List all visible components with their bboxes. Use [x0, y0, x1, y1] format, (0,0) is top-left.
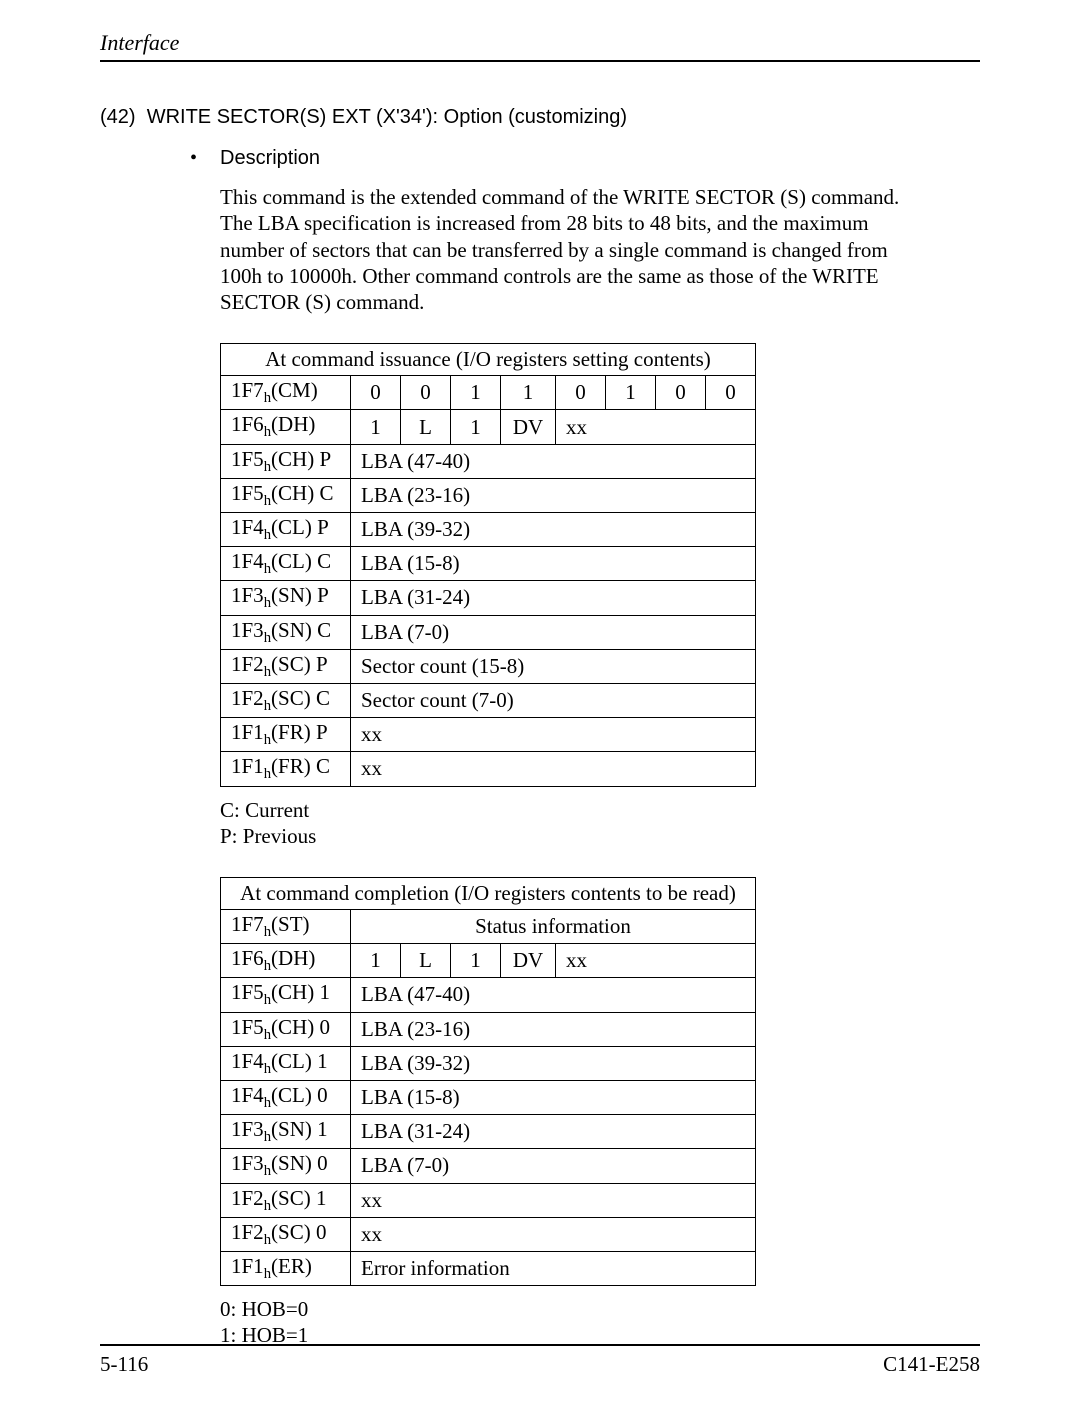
row-cm-b5: 1: [451, 376, 501, 410]
table-row: 1F3h(SN) C LBA (7-0): [221, 615, 756, 649]
page-header: Interface: [100, 30, 980, 62]
table-completion-wrap: At command completion (I/O registers con…: [220, 877, 980, 1286]
row-cm: 1F7h(CM) 0 0 1 1 0 1 0 0: [221, 376, 756, 410]
description-body: This command is the extended command of …: [220, 184, 920, 315]
bullet-icon: •: [190, 147, 220, 170]
table-row: 1F5h(CH) 0 LBA (23-16): [221, 1012, 756, 1046]
page: Interface (42) WRITE SECTOR(S) EXT (X'34…: [0, 0, 1080, 1417]
table-row: 1F4h(CL) 0 LBA (15-8): [221, 1080, 756, 1114]
row-cm-b4: 1: [501, 376, 556, 410]
table-row: 1F3h(SN) 0 LBA (7-0): [221, 1149, 756, 1183]
table-row: 1F1h(FR) P xx: [221, 718, 756, 752]
table-issuance-wrap: At command issuance (I/O registers setti…: [220, 343, 980, 786]
row-dh2: 1F6h(DH) 1 L 1 DV xx: [221, 944, 756, 978]
row-cm-b7: 0: [351, 376, 401, 410]
table-row: 1F2h(SC) 1 xx: [221, 1183, 756, 1217]
table-row: 1F4h(CL) C LBA (15-8): [221, 547, 756, 581]
row-cm-b0: 0: [706, 376, 756, 410]
table2-legend: 0: HOB=0 1: HOB=1: [220, 1296, 980, 1349]
table-row: 1F1h(ER) Error information: [221, 1251, 756, 1285]
table-issuance-caption: At command issuance (I/O registers setti…: [221, 344, 756, 376]
legend-p: P: Previous: [220, 823, 980, 849]
row-dh-c3: DV: [501, 410, 556, 444]
section-number: (42): [100, 106, 136, 128]
row-st: 1F7h(ST) Status information: [221, 910, 756, 944]
table-row: 1F3h(SN) P LBA (31-24): [221, 581, 756, 615]
row-cm-b6: 0: [401, 376, 451, 410]
table-row: 1F2h(SC) C Sector count (7-0): [221, 683, 756, 717]
row-dh-label: 1F6h(DH): [221, 410, 351, 444]
footer-right: C141-E258: [883, 1352, 980, 1377]
table-row: 1F3h(SN) 1 LBA (31-24): [221, 1115, 756, 1149]
table-completion: At command completion (I/O registers con…: [220, 877, 756, 1286]
table-row: 1F5h(CH) C LBA (23-16): [221, 478, 756, 512]
table-row: 1F2h(SC) 0 xx: [221, 1217, 756, 1251]
legend-c: C: Current: [220, 797, 980, 823]
bullet-label: Description: [220, 147, 320, 170]
row-dh: 1F6h(DH) 1 L 1 DV xx: [221, 410, 756, 444]
table-completion-caption: At command completion (I/O registers con…: [221, 878, 756, 910]
page-footer: 5-116 C141-E258: [100, 1344, 980, 1377]
row-st-val: Status information: [351, 910, 756, 944]
table1-legend: C: Current P: Previous: [220, 797, 980, 850]
bullet-row: • Description: [190, 147, 980, 170]
section-title-text: WRITE SECTOR(S) EXT (X'34'): Option (cus…: [147, 106, 627, 128]
row-cm-b1: 0: [656, 376, 706, 410]
table-row: 1F4h(CL) P LBA (39-32): [221, 513, 756, 547]
row-dh-c0: 1: [351, 410, 401, 444]
row-cm-b3: 0: [556, 376, 606, 410]
row-dh-c2: 1: [451, 410, 501, 444]
table-row: 1F1h(FR) C xx: [221, 752, 756, 786]
section-title: (42) WRITE SECTOR(S) EXT (X'34'): Option…: [100, 106, 980, 129]
row-dh-c4: xx: [556, 410, 756, 444]
table-issuance: At command issuance (I/O registers setti…: [220, 343, 756, 786]
table-row: 1F2h(SC) P Sector count (15-8): [221, 649, 756, 683]
row-cm-label: 1F7h(CM): [221, 376, 351, 410]
legend-0: 0: HOB=0: [220, 1296, 980, 1322]
table-row: 1F4h(CL) 1 LBA (39-32): [221, 1046, 756, 1080]
table-row: 1F5h(CH) P LBA (47-40): [221, 444, 756, 478]
table-row: 1F5h(CH) 1 LBA (47-40): [221, 978, 756, 1012]
footer-left: 5-116: [100, 1352, 148, 1377]
row-dh-c1: L: [401, 410, 451, 444]
row-cm-b2: 1: [606, 376, 656, 410]
